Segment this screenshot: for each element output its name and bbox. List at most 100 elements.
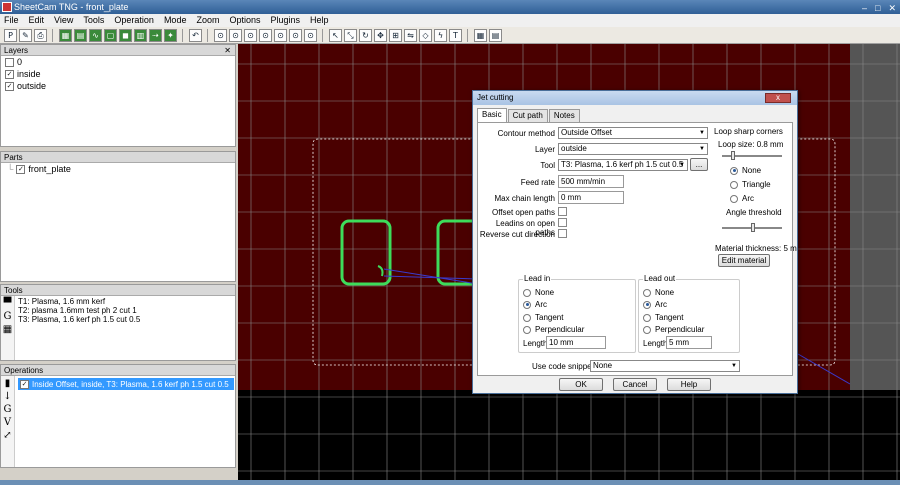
reverse-checkbox[interactable] bbox=[558, 229, 567, 238]
lightning-icon[interactable]: ϟ bbox=[434, 28, 447, 42]
lead-out-perpendicular[interactable]: Perpendicular bbox=[643, 325, 704, 334]
angle-threshold-thumb[interactable] bbox=[751, 223, 755, 232]
start-point-6-icon[interactable]: ⊙ bbox=[289, 28, 302, 42]
print-icon[interactable]: ⎙ bbox=[34, 28, 47, 42]
feed-rate-input[interactable]: 500 mm/min bbox=[558, 175, 624, 188]
start-point-7-icon[interactable]: ⊙ bbox=[304, 28, 317, 42]
layer-checkbox[interactable]: ✓ bbox=[5, 81, 14, 91]
tool-item[interactable]: T3: Plasma, 1.6 kerf ph 1.5 cut 0.5 bbox=[18, 315, 140, 324]
tool-item[interactable]: T2: plasma 1.6mm test ph 2 cut 1 bbox=[18, 306, 140, 315]
lead-in-perpendicular[interactable]: Perpendicular bbox=[523, 325, 584, 334]
view-contour-icon[interactable]: ▢ bbox=[104, 28, 117, 42]
operation-item[interactable]: ✓ Inside Offset, inside, T3: Plasma, 1.6… bbox=[18, 378, 234, 390]
rotate-icon[interactable]: ↻ bbox=[359, 28, 372, 42]
tab-cut-path[interactable]: Cut path bbox=[507, 109, 548, 122]
mirror-icon[interactable]: ⇋ bbox=[404, 28, 417, 42]
contour-method-select[interactable]: Outside Offset ▼ bbox=[558, 127, 708, 139]
loop-option-triangle[interactable]: Triangle bbox=[730, 180, 771, 189]
edit-icon[interactable]: ✎ bbox=[19, 28, 32, 42]
menu-help[interactable]: Help bbox=[310, 14, 329, 27]
view-path-icon[interactable]: ∿ bbox=[89, 28, 102, 42]
lead-in-length-input[interactable]: 10 mm bbox=[546, 336, 606, 349]
lead-out-length-input[interactable]: 5 mm bbox=[666, 336, 712, 349]
layer-item[interactable]: 0 bbox=[1, 56, 235, 68]
layer-checkbox[interactable]: ✓ bbox=[5, 69, 14, 79]
menu-plugins[interactable]: Plugins bbox=[271, 14, 301, 27]
tool-browse-button[interactable]: ... bbox=[690, 158, 708, 171]
offset-open-checkbox[interactable] bbox=[558, 207, 567, 216]
view-layers-icon[interactable]: ▥ bbox=[134, 28, 147, 42]
code-snippet-select[interactable]: None ▼ bbox=[590, 360, 740, 372]
view-tool-icon[interactable]: ✦ bbox=[164, 28, 177, 42]
menu-edit[interactable]: Edit bbox=[29, 14, 45, 27]
menu-operation[interactable]: Operation bbox=[114, 14, 154, 27]
resize-icon[interactable]: ⤢ bbox=[3, 430, 11, 441]
text-icon[interactable]: T bbox=[449, 28, 462, 42]
maximize-icon[interactable]: □ bbox=[875, 1, 880, 15]
close-icon[interactable]: ✕ bbox=[888, 1, 896, 15]
menu-view[interactable]: View bbox=[54, 14, 73, 27]
v-icon[interactable]: V bbox=[4, 417, 11, 428]
tab-basic[interactable]: Basic bbox=[477, 108, 507, 122]
dialog-close-button[interactable]: x bbox=[765, 93, 791, 103]
close-icon[interactable]: ✕ bbox=[224, 45, 231, 56]
tool-select[interactable]: T3: Plasma, 1.6 kerf ph 1.5 cut 0.5 ▼ bbox=[558, 159, 688, 171]
angle-threshold-slider[interactable] bbox=[722, 223, 782, 232]
operation-checkbox[interactable]: ✓ bbox=[20, 379, 29, 389]
part-item[interactable]: └ ✓ front_plate bbox=[1, 163, 235, 175]
tab-notes[interactable]: Notes bbox=[548, 109, 580, 122]
g-code-icon[interactable]: G bbox=[4, 311, 12, 322]
calculator-icon[interactable]: ▦ bbox=[474, 28, 487, 42]
table-icon[interactable]: ▦ bbox=[3, 324, 12, 335]
undo-icon[interactable]: ↶ bbox=[189, 28, 202, 42]
loop-option-none[interactable]: None bbox=[730, 166, 761, 175]
part-checkbox[interactable]: ✓ bbox=[16, 164, 26, 174]
array-icon[interactable]: ⊞ bbox=[389, 28, 402, 42]
scale-icon[interactable]: ⤡ bbox=[344, 28, 357, 42]
start-point-2-icon[interactable]: ⊙ bbox=[229, 28, 242, 42]
lead-out-tangent[interactable]: Tangent bbox=[643, 313, 683, 322]
layer-checkbox[interactable] bbox=[5, 57, 14, 67]
down-arrow-icon[interactable]: ↓ bbox=[3, 391, 11, 402]
start-point-5-icon[interactable]: ⊙ bbox=[274, 28, 287, 42]
plasma-tool-icon[interactable]: ▀ bbox=[4, 298, 12, 309]
menu-mode[interactable]: Mode bbox=[164, 14, 187, 27]
view-profile-icon[interactable]: ▤ bbox=[74, 28, 87, 42]
leadins-open-checkbox[interactable] bbox=[558, 218, 567, 227]
max-chain-input[interactable]: 0 mm bbox=[558, 191, 624, 204]
g-icon[interactable]: G bbox=[4, 404, 12, 415]
post-process-icon[interactable]: P bbox=[4, 28, 17, 42]
lead-out-arc[interactable]: Arc bbox=[643, 300, 667, 309]
lead-in-tangent[interactable]: Tangent bbox=[523, 313, 563, 322]
cancel-button[interactable]: Cancel bbox=[613, 378, 657, 391]
menu-file[interactable]: File bbox=[4, 14, 19, 27]
lead-in-arc[interactable]: Arc bbox=[523, 300, 547, 309]
layer-item[interactable]: ✓ inside bbox=[1, 68, 235, 80]
move-icon[interactable]: ✥ bbox=[374, 28, 387, 42]
tool-item[interactable]: T1: Plasma, 1.6 mm kerf bbox=[18, 297, 140, 306]
layer-item[interactable]: ✓ outside bbox=[1, 80, 235, 92]
lead-out-none[interactable]: None bbox=[643, 288, 674, 297]
drill-icon[interactable]: ▮ bbox=[5, 378, 11, 389]
select-icon[interactable]: ↖ bbox=[329, 28, 342, 42]
node-icon[interactable]: ◇ bbox=[419, 28, 432, 42]
menu-options[interactable]: Options bbox=[229, 14, 260, 27]
view-rapid-icon[interactable]: ⇢ bbox=[149, 28, 162, 42]
report-icon[interactable]: ▤ bbox=[489, 28, 502, 42]
help-button[interactable]: Help bbox=[667, 378, 711, 391]
loop-option-arc[interactable]: Arc bbox=[730, 194, 754, 203]
view-solid-icon[interactable]: ◼ bbox=[119, 28, 132, 42]
menu-tools[interactable]: Tools bbox=[83, 14, 104, 27]
start-point-3-icon[interactable]: ⊙ bbox=[244, 28, 257, 42]
loop-size-thumb[interactable] bbox=[731, 151, 736, 160]
lead-in-none[interactable]: None bbox=[523, 288, 554, 297]
layer-select[interactable]: outside ▼ bbox=[558, 143, 708, 155]
view-mode-icon[interactable]: ▦ bbox=[59, 28, 72, 42]
ok-button[interactable]: OK bbox=[559, 378, 603, 391]
loop-size-slider[interactable] bbox=[722, 151, 782, 160]
edit-material-button[interactable]: Edit material bbox=[718, 254, 770, 267]
start-point-4-icon[interactable]: ⊙ bbox=[259, 28, 272, 42]
menu-zoom[interactable]: Zoom bbox=[196, 14, 219, 27]
start-point-icon[interactable]: ⊙ bbox=[214, 28, 227, 42]
minimize-icon[interactable]: – bbox=[862, 1, 867, 15]
